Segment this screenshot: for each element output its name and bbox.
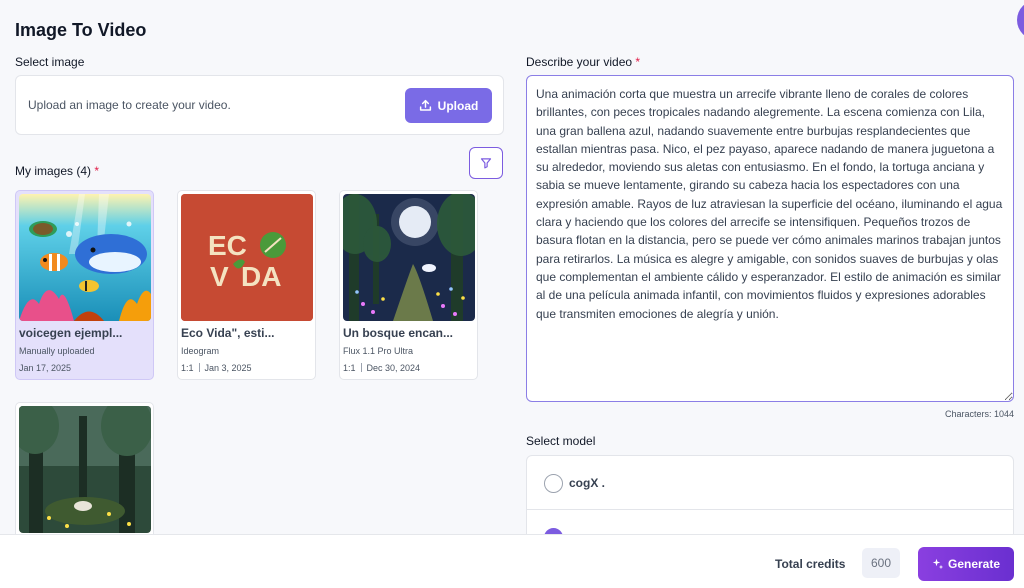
character-count: Characters: 1044 [944, 409, 1014, 419]
generate-button[interactable]: Generate [918, 547, 1014, 581]
card-meta: 1:1 Jan 3, 2025 [181, 363, 252, 373]
model-option-label: cogX . [569, 476, 606, 490]
upload-icon [419, 99, 431, 111]
generate-button-label: Generate [947, 557, 1001, 571]
describe-label-text: Describe your video [526, 55, 633, 69]
image-card[interactable]: Un bosque encan... Flux 1.1 Pro Ultra 1:… [339, 190, 478, 380]
select-model-label: Select model [526, 434, 596, 448]
image-thumbnail-forest-moon [343, 194, 475, 321]
image-thumbnail-eco-vida: EC V DA [181, 194, 313, 321]
upload-button-label: Upload [437, 98, 479, 113]
total-credits-label: Total credits [775, 557, 846, 571]
card-source: Flux 1.1 Pro Ultra [343, 346, 414, 356]
my-images-label-text: My images (4) [15, 164, 92, 178]
image-thumbnail-underwater [19, 194, 151, 321]
required-mark: * [94, 164, 100, 178]
video-description-textarea[interactable]: Una animación corta que muestra un arrec… [526, 75, 1014, 402]
card-ratio: 1:1 [181, 363, 194, 373]
footer-bar: Total credits 600 Generate [0, 534, 1024, 588]
card-source: Ideogram [181, 346, 220, 356]
card-title: voicegen ejempl... [19, 326, 123, 340]
eco-vida-logo: EC V DA [181, 194, 313, 321]
model-option-cogx[interactable]: cogX . [527, 456, 1013, 510]
filter-icon [480, 158, 492, 169]
card-title: Un bosque encan... [343, 326, 454, 340]
svg-text:EC: EC [208, 230, 247, 261]
card-date: Jan 3, 2025 [204, 363, 252, 373]
card-date: Dec 30, 2024 [366, 363, 421, 373]
upload-dropzone[interactable]: Upload an image to create your video. Up… [15, 75, 504, 135]
filter-button[interactable] [469, 147, 503, 179]
user-avatar[interactable] [1017, 0, 1024, 40]
image-card[interactable]: voicegen ejempl... Manually uploaded Jan… [15, 190, 154, 380]
upload-hint: Upload an image to create your video. [28, 98, 231, 112]
required-mark: * [635, 55, 641, 69]
card-title: Eco Vida", esti... [181, 326, 275, 340]
image-card[interactable] [15, 402, 154, 542]
total-credits-value: 600 [862, 548, 900, 578]
radio-button[interactable] [544, 474, 563, 493]
describe-label: Describe your video * [526, 55, 640, 69]
upload-button[interactable]: Upload [405, 88, 492, 123]
card-meta: 1:1 Dec 30, 2024 [343, 363, 420, 373]
card-date: Jan 17, 2025 [19, 363, 72, 373]
meta-divider [198, 363, 200, 372]
meta-divider [360, 363, 362, 372]
svg-text:DA: DA [241, 261, 281, 292]
page-title: Image To Video [15, 20, 147, 40]
sparkle-icon [932, 558, 944, 570]
my-images-label: My images (4) * [15, 164, 99, 178]
svg-text:V: V [210, 261, 229, 292]
image-thumbnail-forest-unicorn [19, 406, 151, 533]
select-image-label: Select image [15, 55, 85, 69]
card-ratio: 1:1 [343, 363, 356, 373]
card-source: Manually uploaded [19, 346, 95, 356]
image-card[interactable]: EC V DA Eco Vida", esti... Ideogram 1:1 J… [177, 190, 316, 380]
